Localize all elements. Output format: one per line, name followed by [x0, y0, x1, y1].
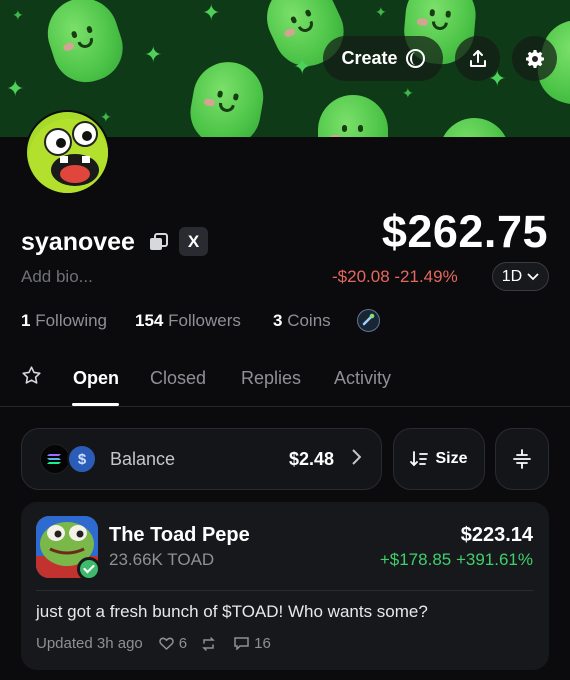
sparkle-icon: ✦ [6, 76, 25, 101]
repost-icon [202, 636, 215, 651]
coin-description: just got a fresh bunch of $TOAD! Who wan… [36, 602, 428, 621]
holding-card[interactable]: The Toad Pepe 23.66K TOAD $223.14 +$178.… [21, 502, 549, 670]
card-divider [36, 590, 534, 591]
following-label: Following [35, 311, 108, 330]
sparkle-icon: ✦ [144, 42, 163, 67]
x-link-button[interactable]: X [179, 227, 208, 256]
portfolio-change: -$20.08 -21.49% [332, 267, 458, 286]
followers-label: Followers [168, 311, 241, 330]
avatar-image [29, 119, 108, 193]
size-label: Size [435, 450, 468, 467]
comment-button[interactable]: 16 [234, 635, 271, 652]
gear-icon [525, 49, 544, 68]
balance-label: Balance [110, 449, 176, 469]
tab-closed[interactable]: Closed [150, 368, 206, 389]
share-icon [469, 49, 486, 67]
bio-placeholder[interactable]: Add bio... [21, 267, 93, 287]
create-button[interactable]: Create [323, 36, 443, 81]
x-logo-icon: X [187, 231, 200, 251]
coin-meta: Updated 3h ago 6 16 [36, 635, 271, 652]
portfolio-value: $262.75 [381, 206, 548, 257]
following-count: 1 [21, 311, 31, 330]
heart-icon [159, 637, 174, 650]
coins-stat[interactable]: 3 Coins [273, 311, 331, 331]
like-button[interactable]: 6 [159, 635, 187, 652]
sparkle-icon: ✦ [402, 85, 414, 101]
tabs-divider [0, 406, 570, 407]
following-stat[interactable]: 1 Following [21, 311, 107, 331]
coin-change: +$178.85 +391.61% [379, 550, 533, 569]
create-label: Create [341, 48, 398, 68]
sparkle-icon: ✦ [12, 7, 24, 23]
sparkle-icon: ✦ [202, 0, 221, 25]
comment-count: 16 [254, 635, 271, 652]
sparkle-icon: ✦ [293, 54, 312, 79]
banner-blob [38, 0, 132, 91]
sparkle-icon: ✦ [100, 109, 112, 125]
banner-blob [185, 56, 269, 137]
balance-button[interactable]: $ Balance $2.48 [21, 428, 382, 490]
coin-value: $223.14 [460, 524, 533, 546]
chevron-down-icon [527, 272, 539, 280]
verified-badge-icon [77, 557, 101, 581]
tab-replies[interactable]: Replies [241, 368, 301, 389]
tab-activity[interactable]: Activity [334, 368, 391, 389]
period-selector[interactable]: 1D [492, 262, 549, 291]
sort-icon [410, 451, 429, 467]
share-button[interactable] [455, 36, 500, 81]
copy-icon[interactable] [149, 232, 169, 252]
coin-icon[interactable] [357, 309, 380, 332]
filter-button[interactable] [495, 428, 549, 490]
star-icon[interactable] [21, 365, 42, 386]
like-count: 6 [178, 635, 188, 652]
coins-count: 3 [273, 311, 283, 330]
sort-size-button[interactable]: Size [393, 428, 485, 490]
coin-name: The Toad Pepe [109, 524, 250, 546]
filter-icon [513, 449, 531, 469]
usd-coin-icon: $ [67, 444, 97, 474]
tab-open[interactable]: Open [73, 368, 119, 389]
sparkle-icon: ✦ [375, 4, 387, 20]
solana-icon [40, 444, 70, 474]
coins-label: Coins [287, 311, 331, 330]
balance-value: $2.48 [288, 449, 334, 469]
repost-button[interactable] [201, 636, 216, 651]
banner-blob [436, 115, 514, 137]
period-label: 1D [501, 267, 523, 285]
settings-button[interactable] [512, 36, 557, 81]
banner-blob [318, 95, 388, 137]
followers-count: 154 [135, 311, 164, 330]
chevron-right-icon [352, 449, 361, 465]
banner-actions: Create [323, 36, 557, 81]
coin-amount: 23.66K TOAD [109, 550, 215, 569]
comment-icon [234, 637, 249, 650]
username: syanovee [21, 228, 135, 256]
updated-time: Updated 3h ago [36, 635, 143, 652]
followers-stat[interactable]: 154 Followers [135, 311, 241, 331]
create-icon [405, 49, 425, 68]
avatar[interactable] [25, 110, 110, 195]
